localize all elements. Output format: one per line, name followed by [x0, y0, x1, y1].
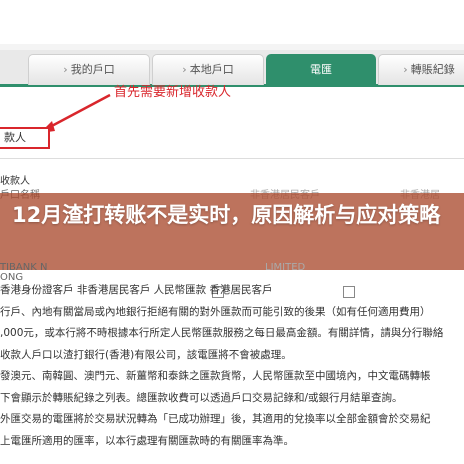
- add-recipient-field[interactable]: 款人: [0, 127, 50, 149]
- divider: [0, 158, 464, 159]
- terms-line: ,000元，或本行將不時根據本行所定人民幣匯款服務之每日最高金額。有關詳情，請與…: [0, 327, 444, 339]
- terms-text: 香港身份證客戶 非香港居民客戶 人民幣匯款 香港居民客戶 行戶、內地有關當局或內…: [0, 280, 464, 452]
- terms-line: 香港身份證客戶 非香港居民客戶 人民幣匯款 香港居民客戶: [0, 284, 273, 296]
- terms-line: 外匯交易的電匯將於交易狀況轉為「已成功辦理」後，其適用的兌換率以全部金額會於交易…: [0, 413, 431, 425]
- section-header: 收款人: [0, 176, 30, 187]
- terms-line: 發澳元、南韓圓、澳門元、新薑幣和泰銖之匯款貨幣，人民幣匯款至中國境內，中文電碼轉…: [0, 370, 431, 382]
- annotation-text: 首先需要新增收款人: [114, 85, 232, 100]
- terms-line: 行戶、內地有關當局或內地銀行拒絕有關的對外匯款而可能引致的後果（如有任何適用費用…: [0, 305, 431, 318]
- page-title: 12月渣打转账不是实时，原因解析与应对策略: [12, 203, 441, 227]
- terms-line: 下會顯示於轉賬紀錄之列表。總匯款收費可以透過戶口交易記錄和/或銀行月結單查詢。: [0, 391, 403, 404]
- limited-label: LIMITED: [265, 262, 306, 273]
- terms-line: 上電匯所適用的匯率，以本行處理有關匯款時的有關匯率為準。: [0, 434, 294, 447]
- terms-line: 收款人戶口以渣打銀行(香港)有限公司，該電匯將不會被處理。: [0, 348, 292, 361]
